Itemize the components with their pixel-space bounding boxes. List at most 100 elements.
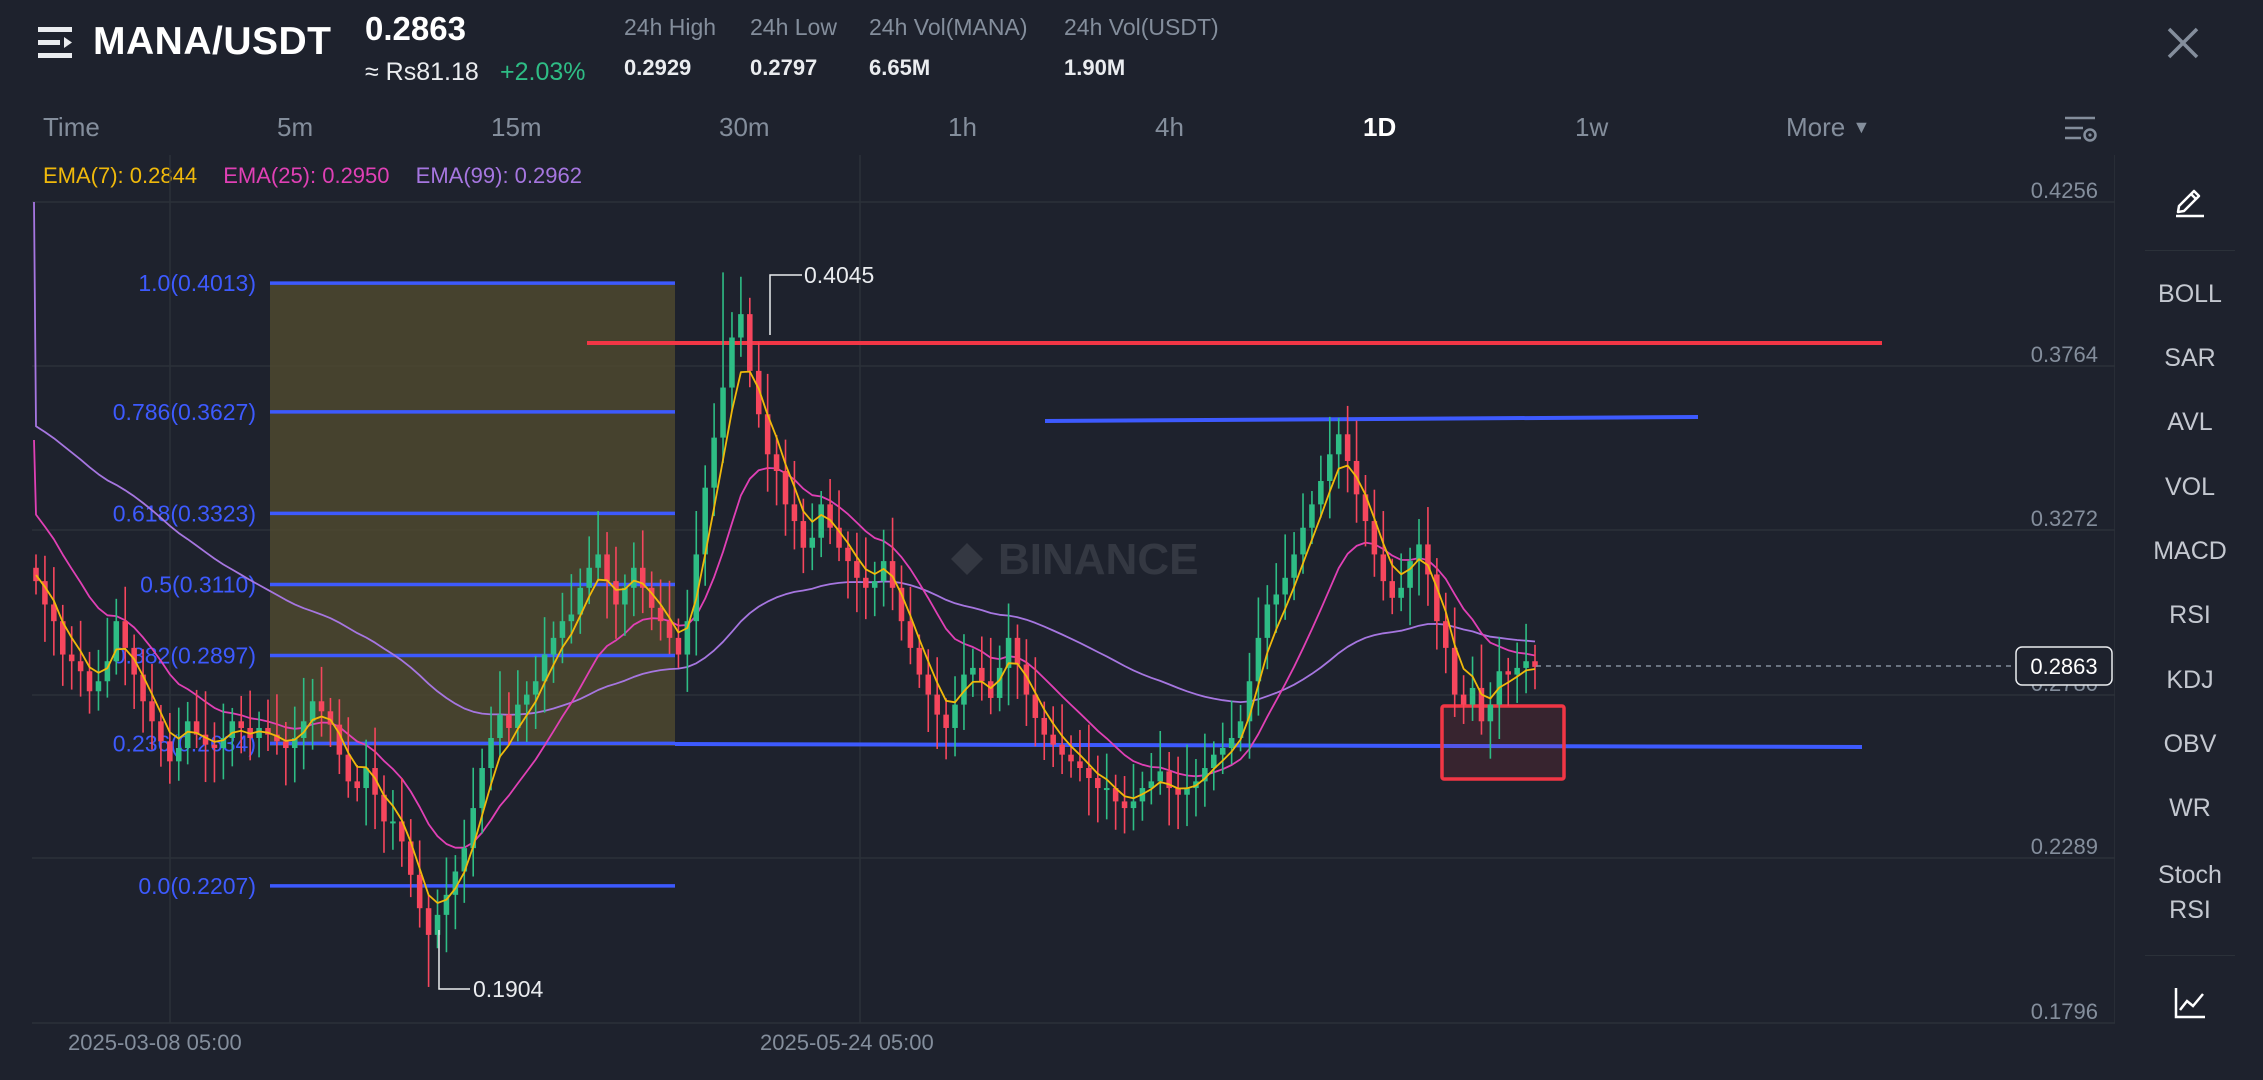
candle [1327, 416, 1333, 519]
stat-value: 0.2929 [624, 55, 692, 80]
indicator-obv[interactable]: OBV [2145, 730, 2235, 759]
candle [425, 894, 432, 987]
timeframe-30m[interactable]: 30m [719, 112, 770, 143]
line-chart-icon[interactable] [2172, 985, 2208, 1021]
candle [354, 765, 360, 802]
more-label: More [1786, 112, 1846, 142]
candle [1095, 755, 1101, 823]
indicator-rsi[interactable]: RSI [2145, 601, 2235, 630]
trend-line-upper[interactable] [1044, 415, 1699, 423]
candle [1193, 759, 1199, 817]
last-price-tag-label: 0.2863 [2030, 654, 2097, 679]
chart-settings-icon[interactable] [2063, 111, 2099, 147]
price-tick: 0.1796 [2031, 999, 2098, 1024]
fib-level-label: 0.618(0.3323) [113, 500, 256, 526]
indicator-avl[interactable]: AVL [2145, 408, 2235, 437]
timeframe-1w[interactable]: 1w [1575, 112, 1608, 143]
candle [390, 790, 396, 850]
price-tick: 0.3764 [2031, 342, 2098, 367]
candle [979, 636, 985, 701]
candle [470, 767, 476, 877]
binance-logo-icon [951, 543, 983, 575]
candle [1121, 776, 1128, 834]
candle [907, 586, 914, 665]
timeframe-1d[interactable]: 1D [1363, 112, 1396, 143]
pencil-icon[interactable] [2172, 182, 2208, 218]
candle [220, 703, 227, 780]
price-tick: 0.3272 [2031, 506, 2098, 531]
stat-24h-low: 24h Low 0.2797 [750, 14, 837, 81]
stat-label: 24h Low [750, 14, 837, 40]
candle [934, 657, 940, 749]
timeframe-1h[interactable]: 1h [948, 112, 977, 143]
candle [1532, 644, 1538, 690]
stat-label: 24h Vol(MANA) [869, 14, 1028, 40]
candle [77, 620, 84, 697]
timeframe-time[interactable]: Time [43, 112, 100, 143]
timeframe-4h[interactable]: 4h [1155, 112, 1184, 143]
indicator-vol[interactable]: VOL [2145, 473, 2235, 502]
indicator-macd[interactable]: MACD [2145, 537, 2235, 566]
candle [1050, 706, 1056, 768]
timeframe-5m[interactable]: 5m [277, 112, 313, 143]
indicator-stoch-rsi[interactable]: Stoch RSI [2145, 858, 2235, 928]
candle [1211, 741, 1217, 791]
menu-icon[interactable] [38, 24, 76, 62]
stat-value: 0.2797 [750, 55, 818, 80]
candle [1398, 553, 1404, 612]
candle [1184, 744, 1190, 827]
indicator-sar[interactable]: SAR [2145, 344, 2235, 373]
candle [871, 561, 878, 617]
candle [416, 840, 423, 928]
stat-24h-vol-mana: 24h Vol(MANA) 6.65M [869, 14, 1028, 81]
indicator-wr[interactable]: WR [2145, 794, 2235, 823]
high-marker-label: 0.4045 [804, 262, 874, 288]
candle [1175, 756, 1181, 830]
fib-level-label: 0.0(0.2207) [138, 873, 256, 899]
fiat-price: ≈ Rs81.18 [365, 58, 479, 86]
high-marker: 0.4045 [769, 262, 874, 335]
price-tick: 0.2289 [2031, 834, 2098, 859]
candle [1068, 735, 1074, 778]
candle [1112, 774, 1119, 830]
candle [1371, 489, 1378, 577]
candle [836, 490, 842, 562]
support-line[interactable] [674, 742, 1863, 749]
price-chart[interactable]: BINANCE 1.0(0.4013) 0.786(0.3627) 0.618(0.… [0, 150, 2115, 1070]
candle [1139, 771, 1146, 821]
close-icon[interactable] [2166, 26, 2200, 60]
candle [1451, 607, 1458, 717]
candle [854, 532, 860, 613]
caret-down-icon: ▼ [1852, 117, 1871, 137]
timeframe-more[interactable]: More ▼ [1786, 112, 1870, 143]
indicator-kdj[interactable]: KDJ [2145, 666, 2235, 695]
trading-pair[interactable]: MANA/USDT [93, 20, 331, 64]
highlight-box[interactable] [1440, 704, 1566, 781]
candle [33, 554, 39, 595]
time-tick: 2025-05-24 05:00 [760, 1030, 934, 1055]
candle [818, 491, 824, 558]
candle [86, 651, 93, 714]
low-marker-label: 0.1904 [473, 976, 544, 1002]
stat-label: 24h Vol(USDT) [1064, 14, 1219, 40]
candle [961, 634, 967, 730]
price-axis: 0.4256 0.3764 0.3272 0.2780 0.2289 0.179… [2031, 178, 2098, 1024]
candle [443, 857, 450, 953]
price-tick: 0.4256 [2031, 178, 2098, 203]
candle [1362, 474, 1369, 547]
timeframe-15m[interactable]: 15m [491, 112, 542, 143]
candle [764, 373, 771, 492]
sidebar-divider [2145, 955, 2235, 956]
stat-value: 6.65M [869, 55, 931, 80]
indicator-boll[interactable]: BOLL [2145, 280, 2235, 309]
candle [363, 739, 369, 826]
candle [729, 312, 735, 410]
candle [1273, 563, 1280, 633]
candle [1157, 730, 1164, 795]
candle [1335, 417, 1342, 489]
candle [229, 707, 236, 767]
candle [51, 567, 57, 656]
price-change: +2.03% [500, 58, 586, 86]
candle [1023, 639, 1030, 726]
candle [889, 517, 896, 611]
